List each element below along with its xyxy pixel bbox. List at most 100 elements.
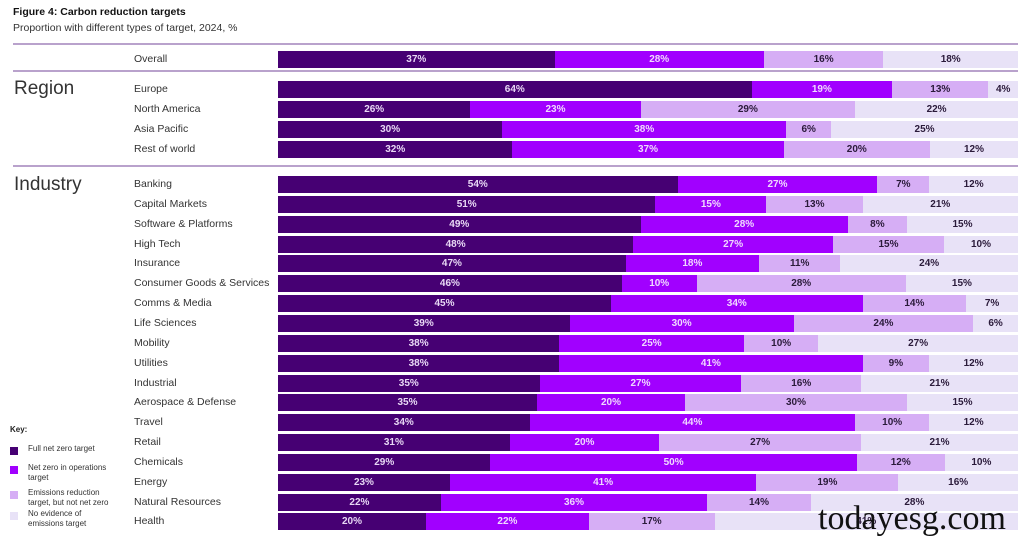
row-label: Consumer Goods & Services — [134, 277, 270, 290]
legend-item: No evidence of emissions target — [10, 509, 113, 529]
bar-segment: 21% — [861, 434, 1018, 452]
bar-row: 49% 28% 8% 15% — [278, 215, 1018, 233]
legend-label: Full net zero target — [28, 444, 95, 453]
bar-segment: 10% — [855, 414, 930, 432]
bar-row: 54% 27% 7% 12% — [278, 176, 1018, 193]
bar-segment: 27% — [677, 176, 878, 193]
bar-segment: 15% — [832, 235, 944, 253]
bar-segment: 20% — [537, 394, 685, 412]
bar-row: 37% 28% 16% 18% — [278, 51, 1018, 68]
bar-segment: 27% — [633, 235, 833, 253]
bar-segment: 9% — [862, 354, 930, 372]
bar-segment: 6% — [973, 314, 1018, 332]
bar-segment: 47% — [278, 255, 626, 273]
bar-segment: 49% — [278, 215, 641, 233]
section-label-industry: Industry — [14, 174, 82, 195]
bar-segment: 4% — [988, 81, 1018, 98]
bar-segment: 27% — [659, 434, 861, 452]
bar-segment: 26% — [278, 100, 471, 118]
bar-segment: 50% — [490, 453, 857, 471]
row-label: Utilities — [134, 356, 168, 369]
bar-segment: 44% — [529, 414, 856, 432]
bar-segment: 23% — [278, 473, 450, 491]
bar-segment: 21% — [861, 374, 1018, 392]
row-label: Travel — [134, 416, 163, 429]
bar-segment: 39% — [278, 314, 570, 332]
bar-segment: 34% — [278, 414, 530, 432]
bar-segment: 28% — [554, 51, 764, 68]
legend-swatch — [10, 512, 18, 520]
bar-segment: 15% — [907, 394, 1018, 412]
bar-segment: 12% — [929, 354, 1018, 372]
bar-row: 23% 41% 19% 16% — [278, 473, 1018, 491]
bar-segment: 12% — [929, 176, 1018, 193]
bar-segment: 6% — [786, 120, 832, 138]
bar-row: 51% 15% 13% 21% — [278, 195, 1018, 213]
bar-segment: 17% — [588, 513, 715, 531]
bar-row: 35% 27% 16% 21% — [278, 374, 1018, 392]
bar-row: 30% 38% 6% 25% — [278, 120, 1018, 138]
bar-segment: 22% — [855, 100, 1018, 118]
section-divider — [13, 43, 1018, 45]
row-label: Retail — [134, 436, 161, 449]
section-label-region: Region — [14, 78, 75, 99]
bar-segment: 37% — [278, 51, 555, 68]
bar-segment: 24% — [793, 314, 974, 332]
legend-swatch — [10, 491, 18, 499]
row-label: North America — [134, 102, 201, 115]
row-label: Natural Resources — [134, 495, 221, 508]
bar-segment: 20% — [278, 513, 426, 531]
bar-segment: 22% — [426, 513, 589, 531]
bar-row: 38% 41% 9% 12% — [278, 354, 1018, 372]
bar-segment: 19% — [751, 81, 893, 98]
row-label: Overall — [134, 53, 168, 65]
bar-segment: 51% — [278, 195, 656, 213]
bar-segment: 10% — [944, 453, 1018, 471]
bar-segment: 16% — [763, 51, 884, 68]
bar-segment: 64% — [278, 81, 752, 98]
bar-segment: 18% — [625, 255, 759, 273]
bar-segment: 54% — [278, 176, 678, 193]
bar-row: 46% 10% 28% 15% — [278, 275, 1018, 293]
bar-segment: 20% — [509, 434, 660, 452]
row-label: Banking — [134, 178, 172, 190]
row-label: Industrial — [134, 376, 177, 389]
bar-segment: 35% — [278, 394, 537, 412]
bar-segment: 7% — [966, 295, 1018, 313]
bar-segment: 30% — [685, 394, 907, 412]
legend-item: Net zero in operations target — [10, 463, 113, 483]
bar-row: 45% 34% 14% 7% — [278, 295, 1018, 313]
bar-segment: 20% — [783, 140, 931, 158]
bar-row: 26% 23% 29% 22% — [278, 100, 1018, 118]
bar-segment: 38% — [278, 334, 560, 352]
bar-segment: 28% — [640, 215, 848, 233]
bar-segment: 30% — [569, 314, 794, 332]
bar-segment: 10% — [943, 235, 1018, 253]
bar-segment: 28% — [696, 275, 906, 293]
bar-segment: 15% — [906, 215, 1018, 233]
legend-label: No evidence of emissions target — [28, 509, 87, 528]
section-divider — [13, 165, 1018, 167]
bar-segment: 27% — [818, 334, 1018, 352]
bar-segment: 32% — [278, 140, 513, 158]
row-label: Chemicals — [134, 455, 184, 468]
bar-segment: 31% — [278, 434, 510, 452]
bar-segment: 25% — [831, 120, 1018, 138]
bar-segment: 18% — [883, 51, 1018, 68]
watermark: todayesg.com — [818, 500, 1006, 537]
bar-row: 32% 37% 20% 12% — [278, 140, 1018, 158]
row-label: Aerospace & Defense — [134, 396, 237, 409]
bar-segment: 29% — [640, 100, 856, 118]
row-label: Capital Markets — [134, 197, 207, 210]
bar-segment: 15% — [655, 195, 767, 213]
bar-segment: 12% — [929, 414, 1018, 432]
bar-row: 34% 44% 10% 12% — [278, 414, 1018, 432]
bar-row: 47% 18% 11% 24% — [278, 255, 1018, 273]
bar-segment: 16% — [898, 473, 1018, 491]
bar-segment: 38% — [278, 354, 560, 372]
row-label: Rest of world — [134, 142, 196, 155]
bar-segment: 27% — [539, 374, 742, 392]
row-label: Europe — [134, 83, 168, 95]
chart-title: Figure 4: Carbon reduction targets — [13, 6, 186, 18]
bar-segment: 37% — [512, 140, 784, 158]
